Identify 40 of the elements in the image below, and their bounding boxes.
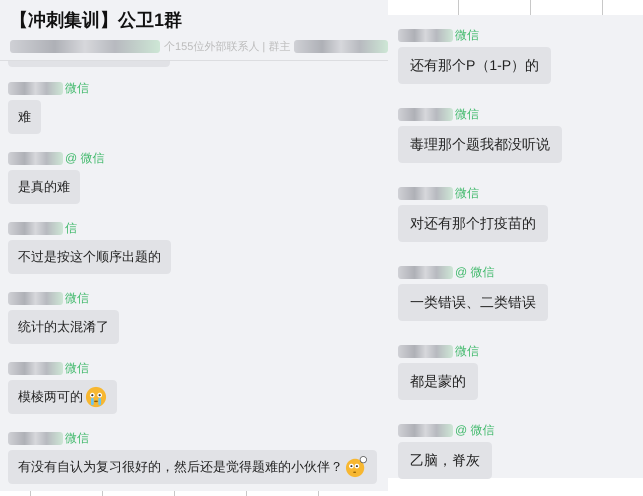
blurred-name <box>8 292 63 304</box>
emoji-icon <box>85 386 107 408</box>
blurred-name <box>8 362 63 374</box>
message-bubble: 还有那个P（1-P）的 <box>398 47 552 84</box>
sender-source: 微信 <box>65 80 89 96</box>
blurred-name <box>8 152 63 164</box>
message-bubble: 统计的太混淆了 <box>8 310 119 344</box>
sender-source: 微信 <box>65 290 89 306</box>
message-bubble: 是真的难 <box>8 170 80 204</box>
message-bubble: 毒理那个题我都没听说 <box>398 126 562 163</box>
sender-source: 微信 <box>455 184 479 202</box>
message-bubble: 有没有自认为复习很好的，然后还是觉得题难的小伙伴？ <box>8 450 377 484</box>
blurred-name <box>398 28 453 42</box>
blurred-name <box>8 82 63 94</box>
blurred-name <box>398 424 453 436</box>
sender-source: @ 微信 <box>455 264 495 280</box>
blurred-name <box>398 266 453 278</box>
sender-source: 微信 <box>455 342 479 360</box>
message-bubble: 都是蒙的 <box>398 363 478 400</box>
sender-source: @ 微信 <box>455 422 495 438</box>
message-bubble: 一类错误、二类错误 <box>398 284 548 321</box>
message-bubble: 乙脑，脊灰 <box>398 442 492 479</box>
blurred-name <box>398 186 453 200</box>
blurred-name <box>8 222 63 234</box>
sender-source: 微信 <box>65 360 89 376</box>
blurred-name <box>398 344 453 358</box>
message-bubble: 难 <box>8 100 41 134</box>
member-count: 个155位外部联系人 | 群主 <box>164 40 290 54</box>
blurred-name <box>8 432 63 444</box>
sender-source: 微信 <box>65 430 89 446</box>
message-bubble: 模棱两可的 <box>8 380 117 414</box>
blurred-name <box>398 108 453 120</box>
message-bubble: 对还有那个打疫苗的 <box>398 205 548 242</box>
sender-source: @ 微信 <box>65 150 105 166</box>
chat-title: 【冲刺集训】公卫1群 <box>10 9 184 32</box>
sender-source: 微信 <box>455 106 479 122</box>
emoji-icon <box>345 456 367 478</box>
sender-source: 微信 <box>455 26 479 44</box>
message-bubble: 不过是按这个顺序出题的 <box>8 240 171 274</box>
sender-source: 信 <box>65 220 77 236</box>
